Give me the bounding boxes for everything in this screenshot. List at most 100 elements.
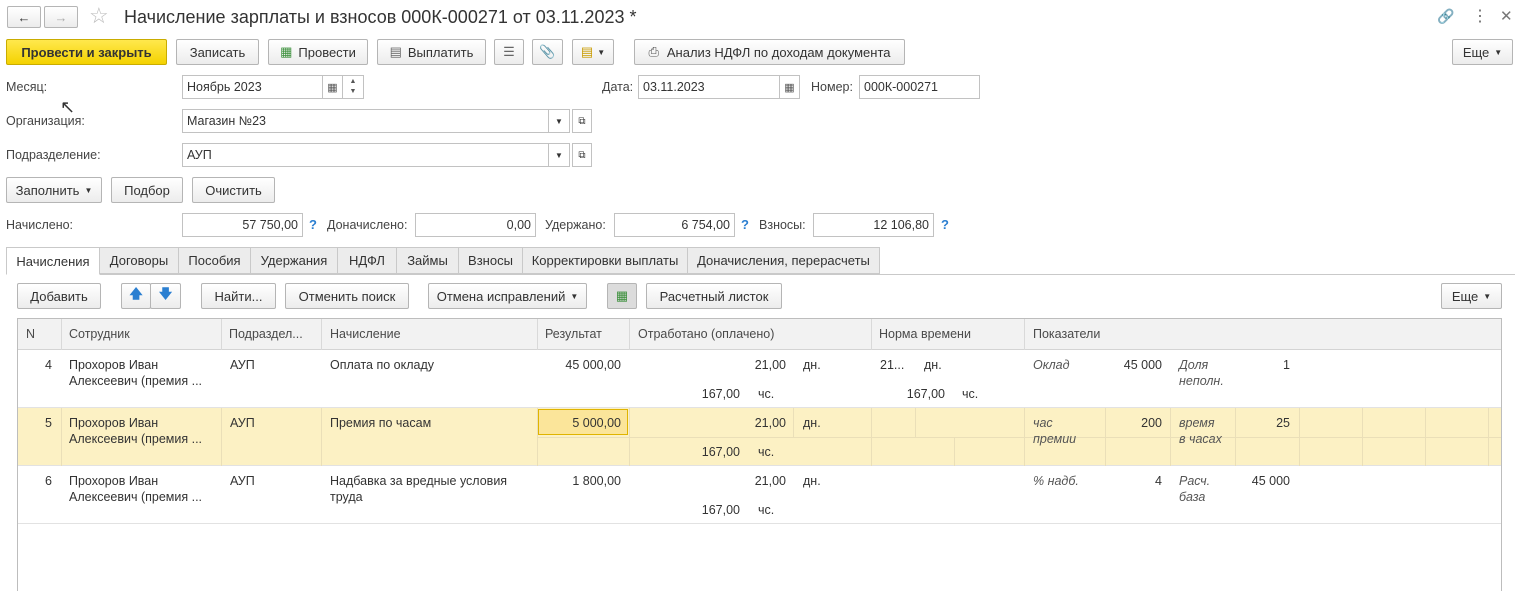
row-accrual-line2: труда (330, 490, 363, 504)
dept-open-button[interactable]: ⧉ (572, 143, 592, 167)
clear-button[interactable]: Очистить (192, 177, 275, 203)
stepper-down-icon[interactable]: ▼ (350, 87, 357, 97)
arrow-down-icon: 🡇 (158, 286, 173, 301)
dropdown-arrow-icon: ▼ (84, 185, 93, 195)
close-icon[interactable]: ✕ (1500, 7, 1513, 25)
pick-button[interactable]: Подбор (111, 177, 183, 203)
post-and-close-button[interactable]: Провести и закрыть (6, 39, 167, 65)
move-up-button[interactable]: 🡅 (121, 283, 151, 309)
tab-contributions[interactable]: Взносы (458, 247, 523, 274)
row-indicator2-name: Доля (1179, 358, 1209, 372)
back-button[interactable]: ← (7, 6, 41, 28)
dropdown-arrow-icon: ▼ (1494, 47, 1503, 57)
grid-more-button[interactable]: Еще ▼ (1441, 283, 1502, 309)
ndfl-analysis-button[interactable]: ⎙ Анализ НДФЛ по доходам документа (634, 39, 905, 65)
table-row-selected[interactable]: 5 Прохоров Иван Алексеевич (премия ... А… (18, 408, 1501, 466)
tab-contracts[interactable]: Договоры (99, 247, 179, 274)
month-stepper[interactable]: ▲ ▼ (342, 75, 364, 99)
payslip-button[interactable]: Расчетный листок (646, 283, 782, 309)
org-open-button[interactable]: ⧉ (572, 109, 592, 133)
row-result: 5 000,00 (572, 416, 621, 430)
printer-icon: ⎙ (648, 44, 659, 59)
row-indicator1-name: % надб. (1033, 474, 1079, 488)
contrib-label: Взносы: (759, 218, 806, 232)
more-vertical-icon[interactable]: ⋮ (1472, 6, 1488, 26)
tab-loans[interactable]: Займы (396, 247, 459, 274)
row-indicator1-value: 45 000 (1123, 358, 1162, 372)
org-dropdown-button[interactable]: ▼ (548, 109, 570, 133)
row-indicator1-name-line2: премии (1033, 432, 1077, 446)
number-field[interactable]: 000К-000271 (859, 75, 980, 99)
create-based-on-button[interactable]: ▤ ▼ (572, 39, 614, 65)
accrued-help-icon[interactable]: ? (309, 217, 317, 232)
tab-recalculations[interactable]: Доначисления, перерасчеты (687, 247, 880, 274)
contrib-help-icon[interactable]: ? (941, 217, 949, 232)
org-field[interactable]: Магазин №23 (182, 109, 549, 133)
col-indicators[interactable]: Показатели (1033, 327, 1100, 341)
cancel-search-button[interactable]: Отменить поиск (285, 283, 409, 309)
row-employee: Прохоров Иван (69, 474, 159, 488)
month-field[interactable]: Ноябрь 2023 (182, 75, 323, 99)
row-employee: Прохоров Иван (69, 358, 159, 372)
date-label: Дата: (602, 80, 634, 94)
col-result[interactable]: Результат (545, 327, 602, 341)
contrib-value: 12 106,80 (813, 213, 934, 237)
tab-ndfl[interactable]: НДФЛ (337, 247, 397, 274)
col-department[interactable]: Подраздел... (229, 327, 303, 341)
more-button[interactable]: Еще ▼ (1452, 39, 1513, 65)
table-row[interactable]: 4 Прохоров Иван Алексеевич (премия ... А… (18, 350, 1501, 408)
row-department: АУП (230, 416, 255, 430)
withheld-label: Удержано: (545, 218, 606, 232)
dept-field[interactable]: АУП (182, 143, 549, 167)
register-button[interactable]: ☰ (494, 39, 524, 65)
table-settings-button[interactable]: ▦ (607, 283, 637, 309)
row-hours-unit: чс. (758, 503, 775, 517)
date-field[interactable]: 03.11.2023 (638, 75, 780, 99)
withheld-help-icon[interactable]: ? (741, 217, 749, 232)
link-icon[interactable]: 🔗 (1437, 8, 1454, 25)
row-accrual: Надбавка за вредные условия (330, 474, 508, 488)
dropdown-arrow-icon: ▼ (1483, 291, 1492, 301)
tab-payment-corrections[interactable]: Корректировки выплаты (522, 247, 688, 274)
row-norm-days-unit: дн. (924, 358, 942, 372)
extra-label: Доначислено: (327, 218, 408, 232)
cancel-fix-button[interactable]: Отмена исправлений ▼ (428, 283, 587, 309)
window-title: Начисление зарплаты и взносов 000К-00027… (124, 7, 637, 27)
tab-deductions[interactable]: Удержания (250, 247, 338, 274)
move-down-button[interactable]: 🡇 (150, 283, 181, 309)
arrow-right-icon: → (54, 9, 68, 25)
pay-button[interactable]: ▤ Выплатить (377, 39, 486, 65)
col-accrual[interactable]: Начисление (330, 327, 401, 341)
row-days-unit: дн. (803, 416, 821, 430)
fill-button[interactable]: Заполнить ▼ (6, 177, 102, 203)
row-indicator2-value: 1 (1283, 358, 1290, 372)
tab-accruals[interactable]: Начисления (6, 247, 100, 275)
stepper-up-icon[interactable]: ▲ (350, 77, 357, 87)
col-norm[interactable]: Норма времени (879, 327, 971, 341)
row-days: 21,00 (754, 416, 786, 430)
row-indicator2-name: время (1179, 416, 1215, 430)
col-employee[interactable]: Сотрудник (69, 327, 130, 341)
col-worked[interactable]: Отработано (оплачено) (638, 327, 774, 341)
date-calendar-button[interactable]: ▦ (779, 75, 800, 99)
attach-button[interactable]: 📎 (532, 39, 563, 65)
save-button[interactable]: Записать (176, 39, 259, 65)
table-row[interactable]: 6 Прохоров Иван Алексеевич (премия ... А… (18, 466, 1501, 524)
cancel-fix-label: Отмена исправлений (436, 288, 566, 304)
accrued-value: 57 750,00 (182, 213, 303, 237)
row-employee-line2: Алексеевич (премия ... (69, 490, 203, 504)
accruals-table[interactable]: N Сотрудник Подраздел... Начисление Резу… (17, 318, 1502, 591)
paperclip-icon: 📎 (539, 44, 556, 59)
favorite-star-icon[interactable]: ☆ (89, 3, 109, 29)
row-department: АУП (230, 474, 255, 488)
tab-benefits[interactable]: Пособия (178, 247, 251, 274)
row-indicator2-name-line2: в часах (1179, 432, 1222, 446)
month-calendar-button[interactable]: ▦ (322, 75, 343, 99)
post-button[interactable]: ▦ Провести (268, 39, 368, 65)
col-n[interactable]: N (26, 327, 35, 341)
forward-button[interactable]: → (44, 6, 78, 28)
dept-dropdown-button[interactable]: ▼ (548, 143, 570, 167)
find-button[interactable]: Найти... (201, 283, 276, 309)
document-create-icon: ▤ (580, 44, 594, 59)
add-row-button[interactable]: Добавить (17, 283, 101, 309)
